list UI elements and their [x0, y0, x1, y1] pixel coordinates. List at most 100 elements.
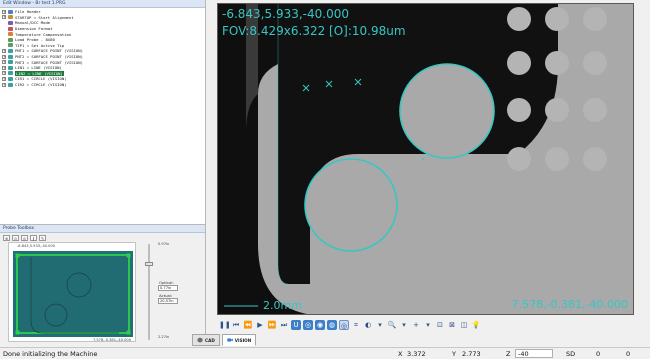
tree-item-icon: [8, 20, 13, 25]
contrast-icon[interactable]: ◐: [363, 320, 373, 330]
tree-item-icon: [8, 32, 13, 37]
x-axis-label: X: [398, 350, 403, 358]
probe-top-value: 0.97in: [158, 242, 170, 246]
cursor-coordinate: 7.578,-0.381,-40.000: [511, 298, 628, 311]
tree-item-label: File Header: [15, 9, 41, 15]
edge-icon[interactable]: ◍: [327, 320, 337, 330]
tab-cad[interactable]: CAD: [192, 334, 220, 346]
probe-tab[interactable]: ◎: [21, 235, 28, 241]
center-dot: [422, 158, 424, 160]
dro-readout: -6.843,5.933,-40.000: [222, 7, 349, 21]
tree-item-icon: [8, 71, 13, 76]
preview-handle: [15, 253, 20, 258]
tree-item-icon: [8, 9, 13, 14]
tree-item[interactable]: + CIR2 = CIRCLE (VISION): [0, 82, 205, 88]
magnet-icon[interactable]: U: [291, 320, 301, 330]
part-image: [224, 4, 633, 314]
zoom-icon[interactable]: 🔍: [387, 320, 397, 330]
tree-expander-icon[interactable]: +: [2, 48, 6, 53]
vision-video-view[interactable]: -6.843,5.933,-40.000 FOV:8.429x6.322 [O]…: [217, 3, 634, 315]
plus-dropdown-icon[interactable]: ▾: [423, 320, 433, 330]
plus-icon[interactable]: +: [411, 320, 421, 330]
tree-item-icon: [8, 82, 13, 87]
tab-vision[interactable]: VISION: [221, 334, 257, 346]
view-tabs: CAD VISION: [192, 334, 257, 346]
tree-item-label: Dimension Format: [15, 26, 53, 32]
tree-item-icon: [8, 43, 13, 48]
lightbulb-icon[interactable]: 💡: [471, 320, 481, 330]
fast-forward-icon[interactable]: ⏩: [267, 320, 277, 330]
probe-slider-thumb[interactable]: [145, 262, 153, 266]
scale-label: 2.0mm: [263, 299, 302, 312]
probe-tab[interactable]: ⊙: [12, 235, 19, 241]
tree-item-label: LIN2 = LINE (VISION): [15, 70, 64, 76]
camera-icon[interactable]: ◫: [459, 320, 469, 330]
find-icon[interactable]: ⊠: [447, 320, 457, 330]
tree-expander-icon[interactable]: +: [2, 65, 6, 70]
tree-item-icon: [8, 60, 13, 65]
tree-item-icon: [8, 76, 13, 81]
status-extra-value: 0: [626, 350, 631, 358]
probe-tab[interactable]: ⊕: [3, 235, 10, 241]
actual-value-field[interactable]: 20.57in: [158, 298, 178, 304]
tree-expander-icon[interactable]: +: [2, 9, 6, 14]
play-icon[interactable]: ▶: [255, 320, 265, 330]
rewind-icon[interactable]: ⏪: [243, 320, 253, 330]
probe-tab[interactable]: ∥: [30, 235, 37, 241]
zoom-fit-icon[interactable]: ⊡: [435, 320, 445, 330]
circle-target-icon[interactable]: ◉: [315, 320, 325, 330]
probe-bottom-coordinate: 7.578,-0.381,-40.000: [92, 338, 131, 342]
zoom-dropdown-icon[interactable]: ▾: [399, 320, 409, 330]
preview-handle: [15, 330, 20, 335]
optical-value-field[interactable]: 0.77in: [158, 285, 178, 291]
y-axis-label: Y: [452, 350, 456, 358]
tree-item-label: CIR2 = CIRCLE (VISION): [15, 82, 67, 88]
tree-expander-icon[interactable]: +: [2, 60, 6, 65]
tab-vision-label: VISION: [234, 337, 252, 343]
tree-item-icon: [8, 15, 13, 20]
tree-item-icon: [8, 26, 13, 31]
tree-item-icon: [8, 37, 13, 42]
hole-large-lower: [304, 158, 398, 252]
crosshair-icon[interactable]: ⌗: [351, 320, 361, 330]
hole-large-upper: [399, 63, 495, 159]
probe-tab[interactable]: ✎: [39, 235, 46, 241]
tree-expander-icon[interactable]: +: [2, 54, 6, 59]
z-axis-value: -40: [515, 349, 553, 358]
tab-cad-label: CAD: [205, 337, 215, 343]
tree-item-label: CIR1 = CIRCLE (VISION): [15, 76, 67, 82]
tree-item-label: Manual/DCC Mode: [15, 20, 51, 26]
app-window: Edit Window - Br test 1.PRG + File Header…: [0, 0, 650, 359]
z-axis-label: Z: [506, 350, 511, 358]
preview-roi-box: [16, 254, 130, 334]
program-tree: + File Header + STARTUP = Start Alignment Ma…: [0, 8, 205, 87]
fov-readout: FOV:8.429x6.322 [O]:10.98um: [222, 24, 406, 38]
probe-slider-track[interactable]: [148, 244, 150, 340]
cube-icon: [197, 337, 203, 343]
pause-icon[interactable]: ❚❚: [219, 320, 231, 330]
preview-handle: [126, 330, 131, 335]
status-message: Done initializing the Machine: [3, 350, 98, 358]
tree-expander-icon[interactable]: +: [2, 82, 6, 87]
rewind-start-icon[interactable]: ⏮: [231, 320, 241, 330]
preview-handle: [126, 253, 131, 258]
edit-window-title: Edit Window - Br test 1.PRG: [0, 0, 205, 8]
probe-toolbox-panel: Probe Toolbox ⊕ ⊙ ◎ ∥ ✎ -6.843,5.933,-40.000…: [0, 225, 206, 345]
status-bar: Done initializing the Machine X 3.372 Y …: [0, 347, 650, 359]
tree-item-icon: [8, 48, 13, 53]
tree-expander-icon[interactable]: +: [2, 71, 6, 76]
step-forward-icon[interactable]: ⏭: [279, 320, 289, 330]
tree-item-label: STARTUP = Start Alignment: [15, 14, 74, 20]
probe-top-coordinate: -6.843,5.933,-40.000: [17, 244, 56, 248]
gage-icon[interactable]: ◎: [339, 320, 349, 330]
dropdown-icon[interactable]: ▾: [375, 320, 385, 330]
probe-preview-graphic: [13, 251, 133, 337]
tree-expander-icon[interactable]: +: [2, 15, 6, 20]
probe-toolbox-title: Probe Toolbox: [0, 225, 205, 233]
probe-preview-image[interactable]: -6.843,5.933,-40.000 7.578,-0.381,-40.00…: [8, 242, 136, 342]
tree-item-label: PNT2 = SURFACE POINT (VISION): [15, 54, 83, 60]
target-icon[interactable]: ◎: [303, 320, 313, 330]
x-axis-value: 3.372: [407, 350, 426, 358]
tree-item-label: Load Probe - 8X80: [15, 37, 55, 43]
tree-expander-icon[interactable]: +: [2, 76, 6, 81]
